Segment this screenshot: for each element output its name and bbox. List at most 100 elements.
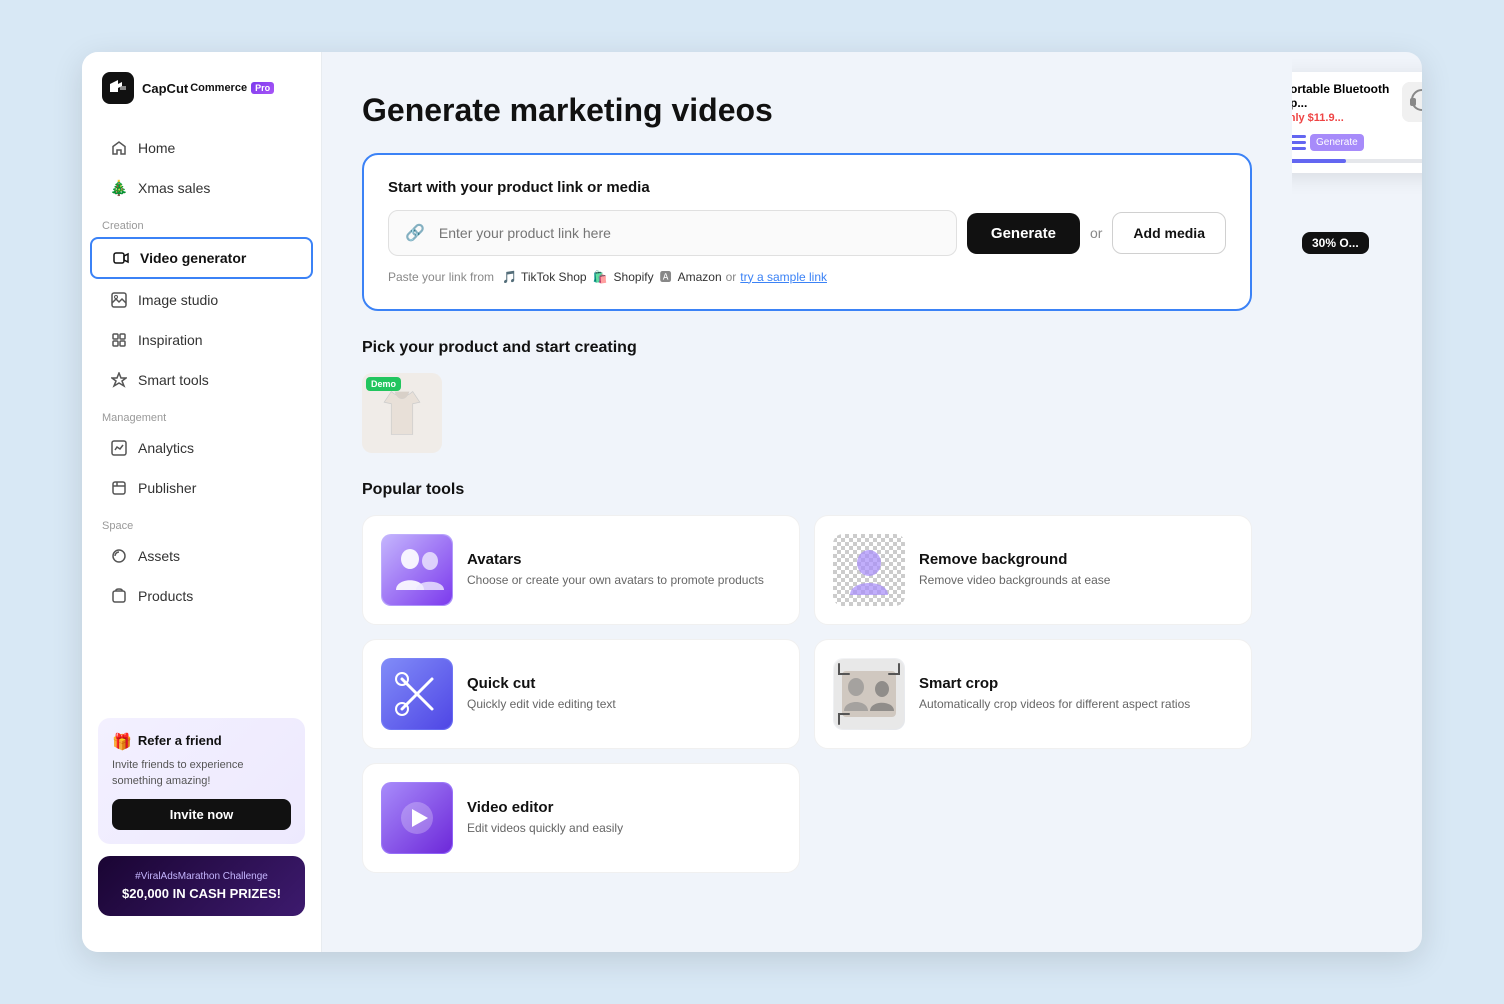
shirt-image xyxy=(377,388,427,438)
videoeditor-desc: Edit videos quickly and easily xyxy=(467,820,781,837)
smartcrop-thumb xyxy=(833,658,905,730)
floating-card-price: only $11.9... xyxy=(1292,112,1402,124)
logo-text: CapCut Commerce Pro xyxy=(142,81,274,96)
page-title: Generate marketing videos xyxy=(362,92,1252,129)
sidebar-item-xmas-label: Xmas sales xyxy=(138,180,210,196)
generate-button[interactable]: Generate xyxy=(967,213,1080,254)
product-thumbnail[interactable]: Demo xyxy=(362,373,442,453)
sidebar-item-analytics-label: Analytics xyxy=(138,440,194,456)
sidebar-item-home-label: Home xyxy=(138,140,175,156)
right-panel: Portable Bluetooth Sp... only $11.9... ✦… xyxy=(1292,52,1422,952)
products-icon xyxy=(110,587,128,605)
management-label: Management xyxy=(82,400,321,428)
invite-button[interactable]: Invite now xyxy=(112,799,291,830)
image-icon xyxy=(110,291,128,309)
sidebar-item-products[interactable]: Products xyxy=(90,577,313,615)
or-text: or xyxy=(1090,225,1102,241)
progress-bar-bg xyxy=(1292,159,1422,163)
smartcrop-info: Smart crop Automatically crop videos for… xyxy=(919,675,1233,713)
videoeditor-info: Video editor Edit videos quickly and eas… xyxy=(467,799,781,837)
sidebar-item-smart-tools[interactable]: Smart tools xyxy=(90,361,313,399)
tool-card-smartcrop[interactable]: Smart crop Automatically crop videos for… xyxy=(814,639,1252,749)
avatars-name: Avatars xyxy=(467,551,781,568)
product-link-box: Start with your product link or media 🔗 … xyxy=(362,153,1252,311)
product-link-label: Start with your product link or media xyxy=(388,179,1226,196)
smart-icon xyxy=(110,371,128,389)
paste-hint: Paste your link from 🎵 TikTok Shop 🛍️ Sh… xyxy=(388,268,1226,285)
sidebar-item-publisher[interactable]: Publisher xyxy=(90,469,313,507)
sidebar-bottom: 🎁 Refer a friend Invite friends to exper… xyxy=(82,702,321,932)
tree-icon: 🎄 xyxy=(110,179,128,197)
sidebar-item-products-label: Products xyxy=(138,588,193,604)
tool-card-quickcut[interactable]: Quick cut Quickly edit vide editing text xyxy=(362,639,800,749)
refer-desc: Invite friends to experience something a… xyxy=(112,758,291,789)
capcut-logo-icon xyxy=(102,72,134,104)
sidebar-item-analytics[interactable]: Analytics xyxy=(90,429,313,467)
floating-card-title: Portable Bluetooth Sp... xyxy=(1292,82,1402,110)
promo-prize: $20,000 IN CASH PRIZES! xyxy=(122,886,281,901)
smartcrop-desc: Automatically crop videos for different … xyxy=(919,696,1233,713)
tool-card-videoeditor[interactable]: Video editor Edit videos quickly and eas… xyxy=(362,763,800,873)
logo-area: CapCut Commerce Pro xyxy=(82,72,321,128)
tools-grid: Avatars Choose or create your own avatar… xyxy=(362,515,1252,873)
pro-badge: Pro xyxy=(251,82,274,94)
removebg-name: Remove background xyxy=(919,551,1233,568)
add-media-button[interactable]: Add media xyxy=(1112,212,1226,254)
product-link-field[interactable] xyxy=(439,225,940,241)
home-icon xyxy=(110,139,128,157)
assets-icon xyxy=(110,547,128,565)
input-row: 🔗 Generate or Add media xyxy=(388,210,1226,256)
sidebar-item-assets[interactable]: Assets xyxy=(90,537,313,575)
progress-bar-fill xyxy=(1292,159,1346,163)
sidebar-item-image-studio[interactable]: Image studio xyxy=(90,281,313,319)
popular-tools-title: Popular tools xyxy=(362,481,1252,499)
main-content: Generate marketing videos Start with you… xyxy=(322,52,1292,952)
tiktok-shop-link[interactable]: TikTok Shop xyxy=(521,270,587,284)
sidebar-item-assets-label: Assets xyxy=(138,548,180,564)
sample-link[interactable]: try a sample link xyxy=(740,270,827,284)
removebg-thumb xyxy=(833,534,905,606)
sidebar-item-video-generator-label: Video generator xyxy=(140,250,246,266)
promo-hashtag: #ViralAdsMarathon Challenge xyxy=(135,871,268,882)
sidebar: CapCut Commerce Pro Home 🎄 Xmas sales Cr… xyxy=(82,52,322,952)
video-icon xyxy=(112,249,130,267)
tool-card-avatars[interactable]: Avatars Choose or create your own avatar… xyxy=(362,515,800,625)
smartcrop-name: Smart crop xyxy=(919,675,1233,692)
link-icon: 🔗 xyxy=(405,223,425,243)
publisher-icon xyxy=(110,479,128,497)
avatars-desc: Choose or create your own avatars to pro… xyxy=(467,572,781,589)
chart-icon xyxy=(110,439,128,457)
quickcut-info: Quick cut Quickly edit vide editing text xyxy=(467,675,781,713)
refer-title: Refer a friend xyxy=(138,733,222,748)
generate-mini-btn: Generate xyxy=(1310,134,1364,151)
sidebar-item-image-studio-label: Image studio xyxy=(138,292,218,308)
sidebar-item-publisher-label: Publisher xyxy=(138,480,196,496)
space-label: Space xyxy=(82,508,321,536)
sidebar-item-inspiration[interactable]: Inspiration xyxy=(90,321,313,359)
sidebar-item-smart-tools-label: Smart tools xyxy=(138,372,209,388)
product-link-input-wrapper[interactable]: 🔗 xyxy=(388,210,957,256)
tool-card-removebg[interactable]: Remove background Remove video backgroun… xyxy=(814,515,1252,625)
demo-badge: Demo xyxy=(366,377,401,391)
floating-card: Portable Bluetooth Sp... only $11.9... ✦… xyxy=(1292,72,1422,173)
creation-label: Creation xyxy=(82,208,321,236)
sidebar-item-home[interactable]: Home xyxy=(90,129,313,167)
avatars-thumb xyxy=(381,534,453,606)
quickcut-thumb xyxy=(381,658,453,730)
quickcut-name: Quick cut xyxy=(467,675,781,692)
shopify-link[interactable]: Shopify xyxy=(614,270,654,284)
sidebar-item-video-generator[interactable]: Video generator xyxy=(90,237,313,279)
sidebar-item-inspiration-label: Inspiration xyxy=(138,332,203,348)
videoeditor-thumb xyxy=(381,782,453,854)
sidebar-item-xmas[interactable]: 🎄 Xmas sales xyxy=(90,169,313,207)
removebg-info: Remove background Remove video backgroun… xyxy=(919,551,1233,589)
promo-banner[interactable]: #ViralAdsMarathon Challenge $20,000 IN C… xyxy=(98,856,305,916)
avatars-info: Avatars Choose or create your own avatar… xyxy=(467,551,781,589)
product-image xyxy=(1402,82,1422,122)
quickcut-desc: Quickly edit vide editing text xyxy=(467,696,781,713)
pick-section-title: Pick your product and start creating xyxy=(362,339,1252,357)
amazon-link[interactable]: Amazon xyxy=(678,270,722,284)
removebg-desc: Remove video backgrounds at ease xyxy=(919,572,1233,589)
app-container: CapCut Commerce Pro Home 🎄 Xmas sales Cr… xyxy=(82,52,1422,952)
discount-badge: 30% O... xyxy=(1302,232,1369,254)
